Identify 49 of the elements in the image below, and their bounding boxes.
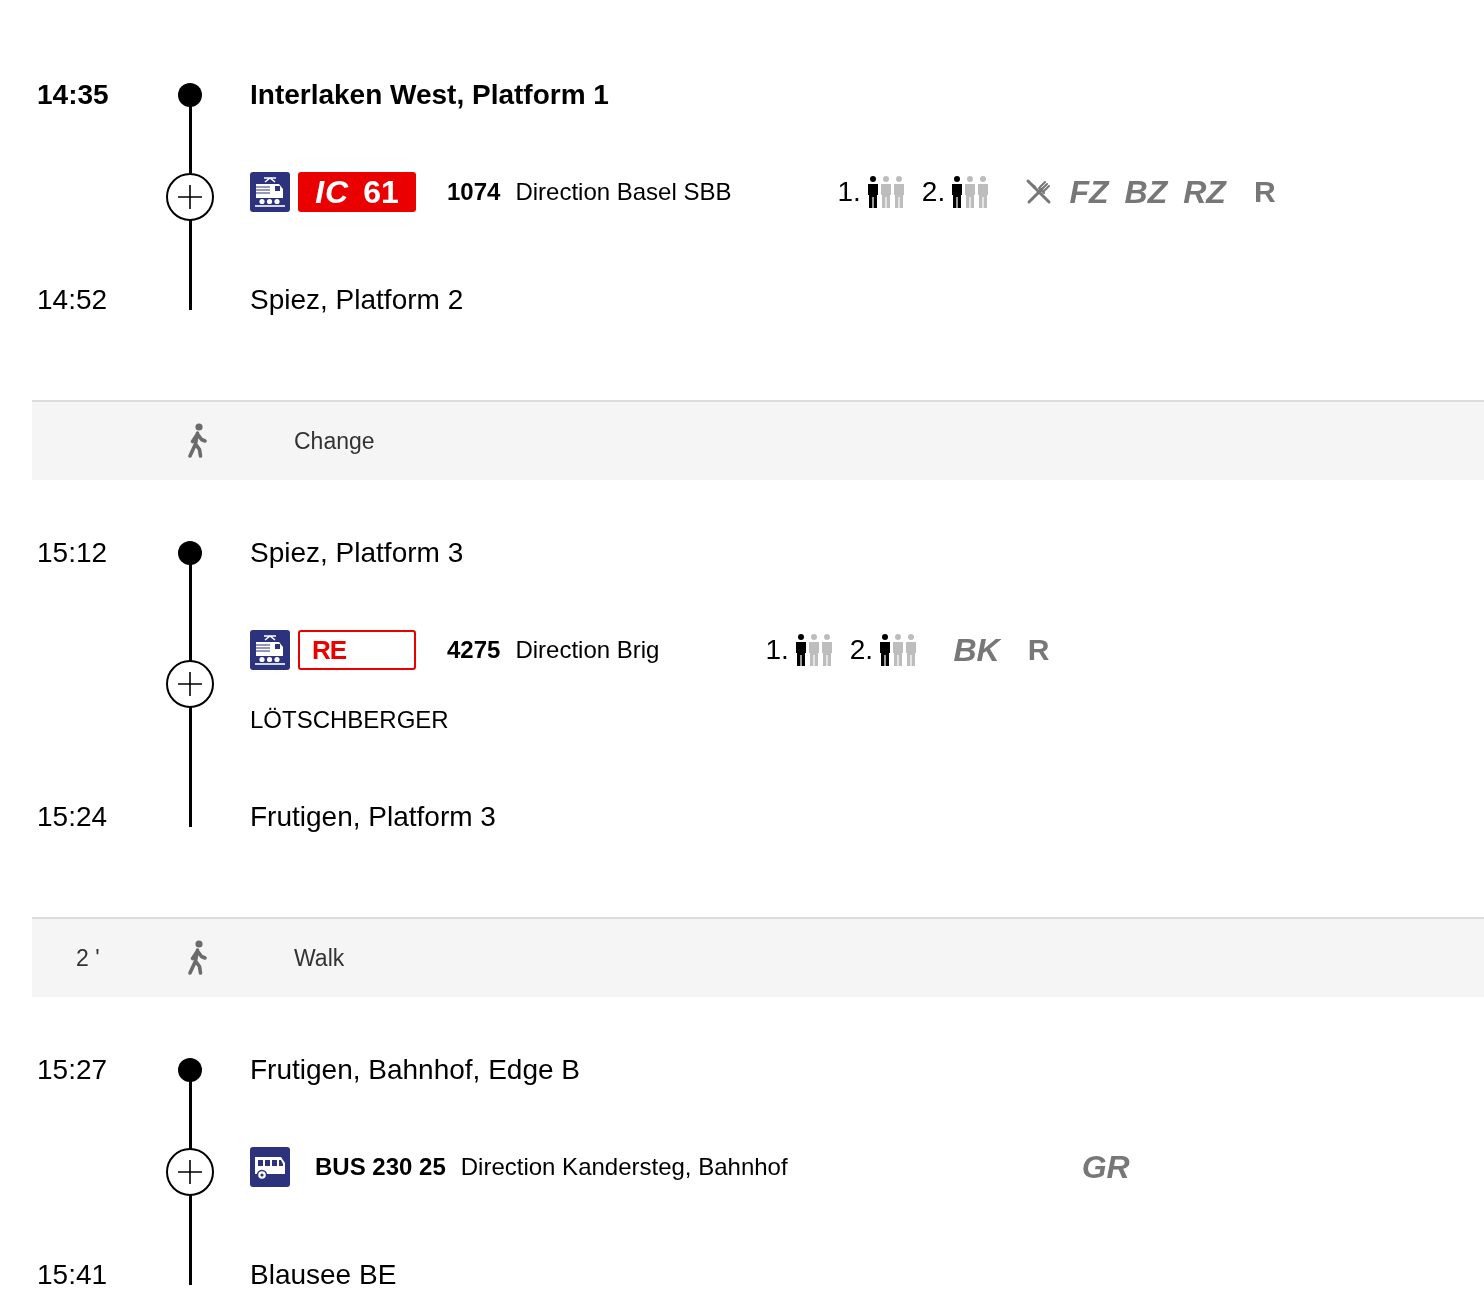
- stop-name: Spiez, Platform 2: [250, 283, 464, 317]
- stop-dot-icon: [178, 541, 202, 565]
- departure-time: 15:12: [36, 536, 108, 570]
- bus-icon: [250, 1147, 290, 1187]
- direction-text: Direction Kandersteg, Bahnhof: [460, 1153, 788, 1181]
- stop-name: Frutigen, Bahnhof, Edge B: [250, 1053, 580, 1087]
- train-icon: [250, 172, 290, 212]
- line-badge: IC 61: [298, 172, 416, 212]
- service-code: RZ: [1183, 173, 1226, 212]
- class-label: 1.: [837, 176, 861, 208]
- direction-text: Direction Basel SBB: [515, 178, 732, 206]
- transfer-label: Walk: [294, 944, 345, 972]
- train-icon: [250, 630, 290, 670]
- service-code: BK: [953, 631, 1000, 670]
- stop-name: Spiez, Platform 3: [250, 536, 464, 570]
- stop-name: Blausee BE: [250, 1258, 397, 1292]
- transfer-label: Change: [294, 427, 375, 455]
- class-label: 2.: [921, 176, 946, 208]
- train-name: LÖTSCHBERGER: [250, 705, 449, 735]
- stop-dot-icon: [178, 1058, 202, 1082]
- service-number: 1074: [447, 178, 501, 206]
- line-badge: RE: [298, 630, 416, 670]
- plus-icon: [178, 672, 202, 696]
- arrival-time: 15:41: [36, 1258, 108, 1292]
- departure-time: 14:35: [36, 78, 109, 112]
- direction-text: Direction Brig: [515, 636, 660, 664]
- transfer-duration: 2 ': [76, 944, 100, 971]
- expand-button[interactable]: [166, 172, 214, 221]
- service-code: GR: [1081, 1148, 1130, 1187]
- stop-name: Interlaken West, Platform 1: [250, 78, 609, 112]
- service-number: BUS 230 25: [315, 1153, 446, 1181]
- expand-button[interactable]: [166, 660, 214, 708]
- class-label: 1.: [765, 634, 789, 666]
- walking-person-icon: [185, 940, 209, 976]
- service-code: BZ: [1124, 173, 1168, 212]
- service-code: R: [1253, 174, 1276, 210]
- expand-button[interactable]: [166, 1147, 214, 1196]
- stop-dot-icon: [178, 83, 202, 107]
- stop-name: Frutigen, Platform 3: [250, 800, 496, 834]
- class-label: 2.: [849, 634, 874, 666]
- arrival-time: 15:24: [36, 800, 108, 834]
- plus-icon: [178, 184, 202, 209]
- service-code: R: [1027, 632, 1050, 668]
- arrival-time: 14:52: [36, 283, 108, 317]
- walking-person-icon: [185, 423, 209, 459]
- service-code: FZ: [1069, 173, 1109, 212]
- service-number: 4275: [447, 636, 501, 664]
- departure-time: 15:27: [36, 1053, 108, 1087]
- plus-icon: [178, 1159, 202, 1184]
